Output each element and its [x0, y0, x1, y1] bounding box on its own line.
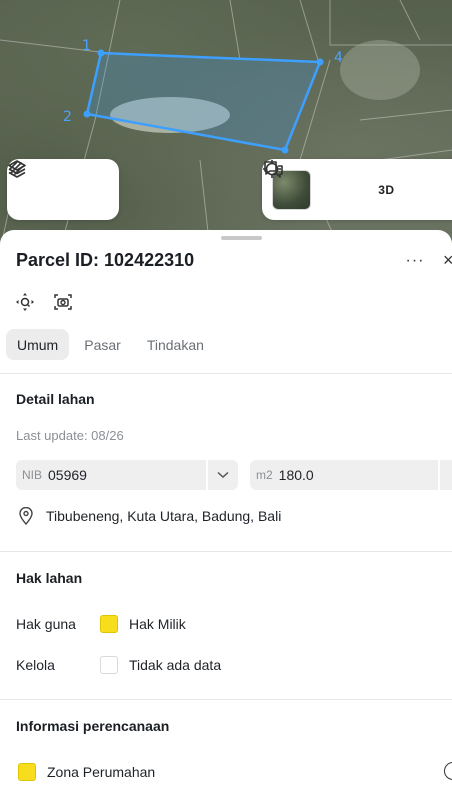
camera-icon [54, 294, 72, 310]
draw-path-icon [9, 161, 23, 175]
area-value: 180.0 [278, 467, 314, 483]
tab-pasar[interactable]: Pasar [73, 329, 132, 360]
nib-label: NIB [22, 468, 43, 482]
kelola-value: Tidak ada data [129, 657, 222, 673]
hak-guna-swatch [100, 615, 118, 633]
layers-button[interactable] [8, 160, 59, 208]
draw-path-button[interactable] [9, 161, 103, 208]
close-button[interactable]: × [443, 250, 452, 272]
parcel-title: Parcel ID: 102422310 [16, 250, 195, 270]
vertex-label-1: 1 [82, 38, 91, 54]
map-view[interactable]: 1 2 4 3D [0, 0, 452, 250]
zoom-to-parcel-icon [16, 293, 34, 311]
screenshot-button[interactable] [52, 292, 74, 312]
nib-value: 05969 [48, 467, 87, 483]
divider [0, 373, 452, 374]
nib-field[interactable]: NIB 05969 [16, 460, 238, 490]
message-share-button[interactable] [264, 161, 452, 210]
parcel-polygon [85, 51, 322, 152]
section-heading-rights: Hak lahan [16, 570, 83, 586]
sheet-tabs: Umum Pasar Tindakan [6, 329, 215, 360]
info-icon[interactable] [444, 762, 452, 780]
vertex-label-4: 4 [334, 50, 343, 66]
3d-label: 3D [378, 182, 395, 197]
3d-toggle-button[interactable]: 3D [361, 170, 411, 210]
tab-tindakan[interactable]: Tindakan [136, 329, 215, 360]
locate-button[interactable] [263, 160, 361, 210]
location-pin-icon [19, 507, 33, 525]
parcel-vertex-4 [83, 110, 91, 118]
parcel-detail-sheet: Parcel ID: 102422310 ··· × Umum Pasar Ti… [0, 230, 452, 804]
kelola-swatch [100, 656, 118, 674]
address-row: Tibubeneng, Kuta Utara, Badung, Bali [18, 507, 281, 525]
sheet-drag-handle[interactable] [221, 236, 262, 240]
area-field[interactable]: m2 180.0 [250, 460, 452, 490]
parcel-quick-actions [14, 292, 74, 312]
section-heading-planning: Informasi perencanaan [16, 718, 170, 734]
nib-dropdown-button[interactable] [206, 460, 238, 490]
parcel-vertex-3 [281, 146, 289, 154]
more-options-button[interactable]: ··· [402, 250, 428, 272]
area-dropdown-button[interactable] [438, 460, 452, 490]
hak-guna-value: Hak Milik [129, 616, 186, 632]
area-unit-label: m2 [256, 468, 273, 482]
last-update-text: Last update: 08/26 [16, 428, 124, 443]
section-heading-detail: Detail lahan [16, 391, 95, 407]
message-share-icon [264, 161, 283, 178]
hak-guna-label: Hak guna [16, 616, 76, 632]
parcel-vertex-2 [316, 58, 324, 66]
zone-value: Zona Perumahan [47, 764, 156, 780]
chevron-down-icon [217, 471, 229, 479]
divider [0, 699, 452, 700]
map-toolbar-right: 3D [262, 159, 452, 220]
vertex-label-2: 2 [63, 109, 72, 125]
divider [0, 551, 452, 552]
address-text: Tibubeneng, Kuta Utara, Badung, Bali [46, 508, 282, 524]
tab-umum[interactable]: Umum [6, 329, 70, 360]
zoom-to-parcel-button[interactable] [14, 292, 36, 312]
zone-swatch [18, 763, 36, 781]
kelola-label: Kelola [16, 657, 55, 673]
parcel-vertex-1 [97, 49, 105, 57]
map-toolbar-left [7, 159, 119, 220]
